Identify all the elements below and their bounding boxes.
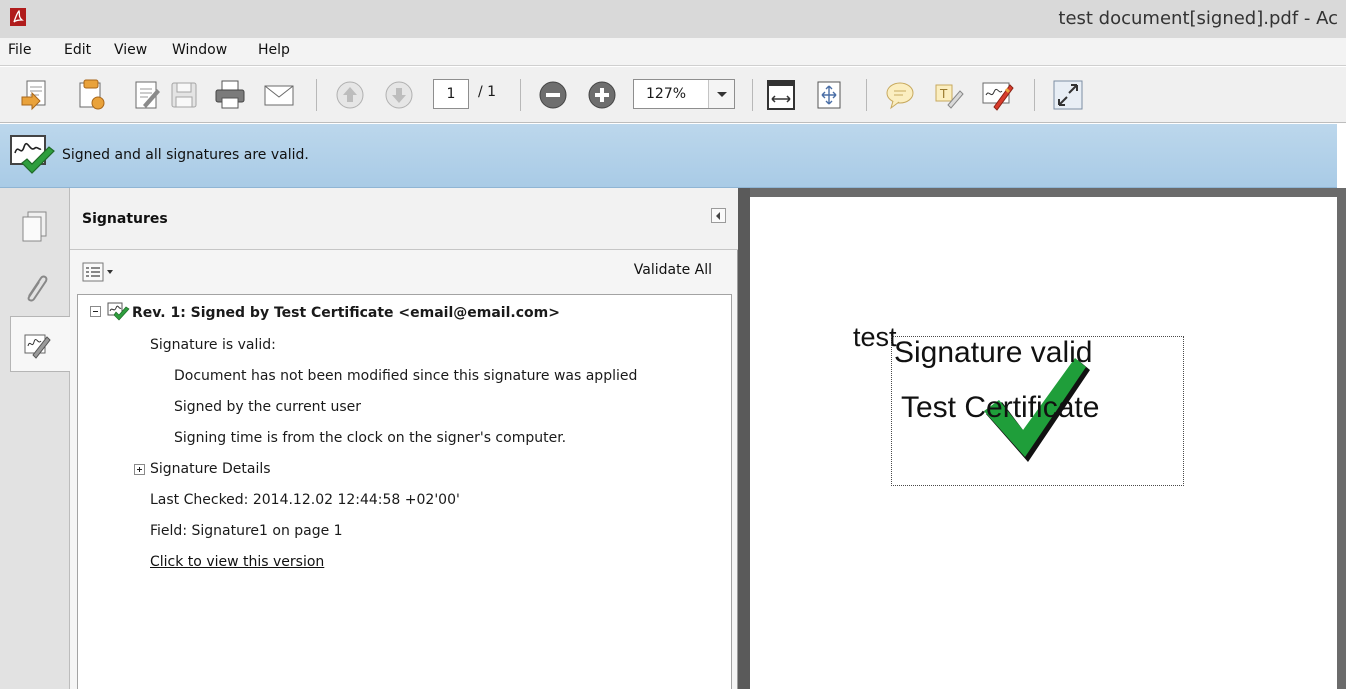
open-icon[interactable] <box>74 77 108 113</box>
toolbar-separator <box>1034 79 1035 111</box>
signature-status-message: Signed and all signatures are valid. <box>62 147 309 163</box>
acrobat-logo-icon <box>10 8 26 26</box>
zoom-in-icon[interactable] <box>585 77 619 113</box>
menu-view[interactable]: View <box>114 42 147 58</box>
print-icon[interactable] <box>213 77 247 113</box>
menu-window[interactable]: Window <box>172 42 227 58</box>
save-icon[interactable] <box>166 77 200 113</box>
navigation-pane <box>0 188 71 689</box>
menu-edit[interactable]: Edit <box>64 42 91 58</box>
expand-node-icon[interactable] <box>134 464 145 475</box>
toolbar-separator <box>520 79 521 111</box>
detail-signing-time: Signing time is from the clock on the si… <box>174 430 567 446</box>
panel-title: Signatures <box>82 211 168 227</box>
fit-page-icon[interactable] <box>764 77 798 113</box>
signatures-panel: Signatures Validate All Rev. 1: Signed b… <box>70 188 738 689</box>
email-icon[interactable] <box>262 77 296 113</box>
sign-icon[interactable] <box>980 77 1014 113</box>
menu-help[interactable]: Help <box>258 42 290 58</box>
signed-valid-icon <box>10 135 55 174</box>
zoom-out-icon[interactable] <box>536 77 570 113</box>
detail-signed-by: Signed by the current user <box>174 399 362 415</box>
signature-field: Field: Signature1 on page 1 <box>150 523 343 539</box>
signature-valid-icon <box>107 302 130 321</box>
document-text: test <box>853 322 897 352</box>
signature-status-bar: Signed and all signatures are valid. <box>0 124 1337 188</box>
chevron-down-icon[interactable] <box>708 80 734 108</box>
svg-text:T: T <box>939 87 948 101</box>
zoom-select[interactable]: 127% <box>633 79 735 109</box>
window-title: test document[signed].pdf - Ac <box>1058 8 1338 29</box>
next-page-icon[interactable] <box>382 77 416 113</box>
collapse-node-icon[interactable] <box>90 306 101 317</box>
options-menu-icon[interactable] <box>82 262 116 282</box>
highlight-text-icon[interactable]: T <box>932 77 966 113</box>
zoom-value: 127% <box>646 86 687 102</box>
panel-header: Signatures <box>70 188 738 250</box>
toolbar-separator <box>316 79 317 111</box>
signature-details[interactable]: Signature Details <box>150 461 271 477</box>
signatures-icon[interactable] <box>10 316 71 372</box>
page-total: / 1 <box>478 84 497 100</box>
title-bar: test document[signed].pdf - Ac <box>0 0 1346 38</box>
last-checked: Last Checked: 2014.12.02 12:44:58 +02'00… <box>150 492 460 508</box>
create-pdf-icon[interactable] <box>18 77 52 113</box>
toolbar-separator <box>752 79 753 111</box>
signature-status: Signature is valid: <box>150 337 276 353</box>
comment-icon[interactable] <box>883 77 917 113</box>
page-thumbnails-icon[interactable] <box>10 198 62 254</box>
previous-page-icon[interactable] <box>333 77 367 113</box>
revision-title[interactable]: Rev. 1: Signed by Test Certificate <emai… <box>132 305 560 321</box>
menu-bar: File Edit View Window Help <box>0 38 1346 66</box>
signature-appearance-line2: Test Certificate <box>901 391 1100 424</box>
panel-toolbar: Validate All <box>70 250 738 294</box>
signature-tree: Rev. 1: Signed by Test Certificate <emai… <box>77 294 732 689</box>
toolbar-separator <box>866 79 867 111</box>
fit-width-icon[interactable] <box>812 77 846 113</box>
full-screen-icon[interactable] <box>1051 77 1085 113</box>
signature-appearance-line1: Signature valid <box>894 336 1093 369</box>
page-number-input[interactable]: 1 <box>433 79 469 109</box>
edit-icon[interactable] <box>129 77 163 113</box>
toolbar: 1 / 1 127% T <box>0 67 1346 123</box>
validate-all-button[interactable]: Validate All <box>634 262 712 278</box>
panel-splitter[interactable] <box>738 188 750 689</box>
collapse-panel-button[interactable] <box>711 208 726 223</box>
detail-unmodified: Document has not been modified since thi… <box>174 368 638 384</box>
view-version-link[interactable]: Click to view this version <box>150 554 324 570</box>
attachments-icon[interactable] <box>10 258 62 314</box>
menu-file[interactable]: File <box>8 42 31 58</box>
